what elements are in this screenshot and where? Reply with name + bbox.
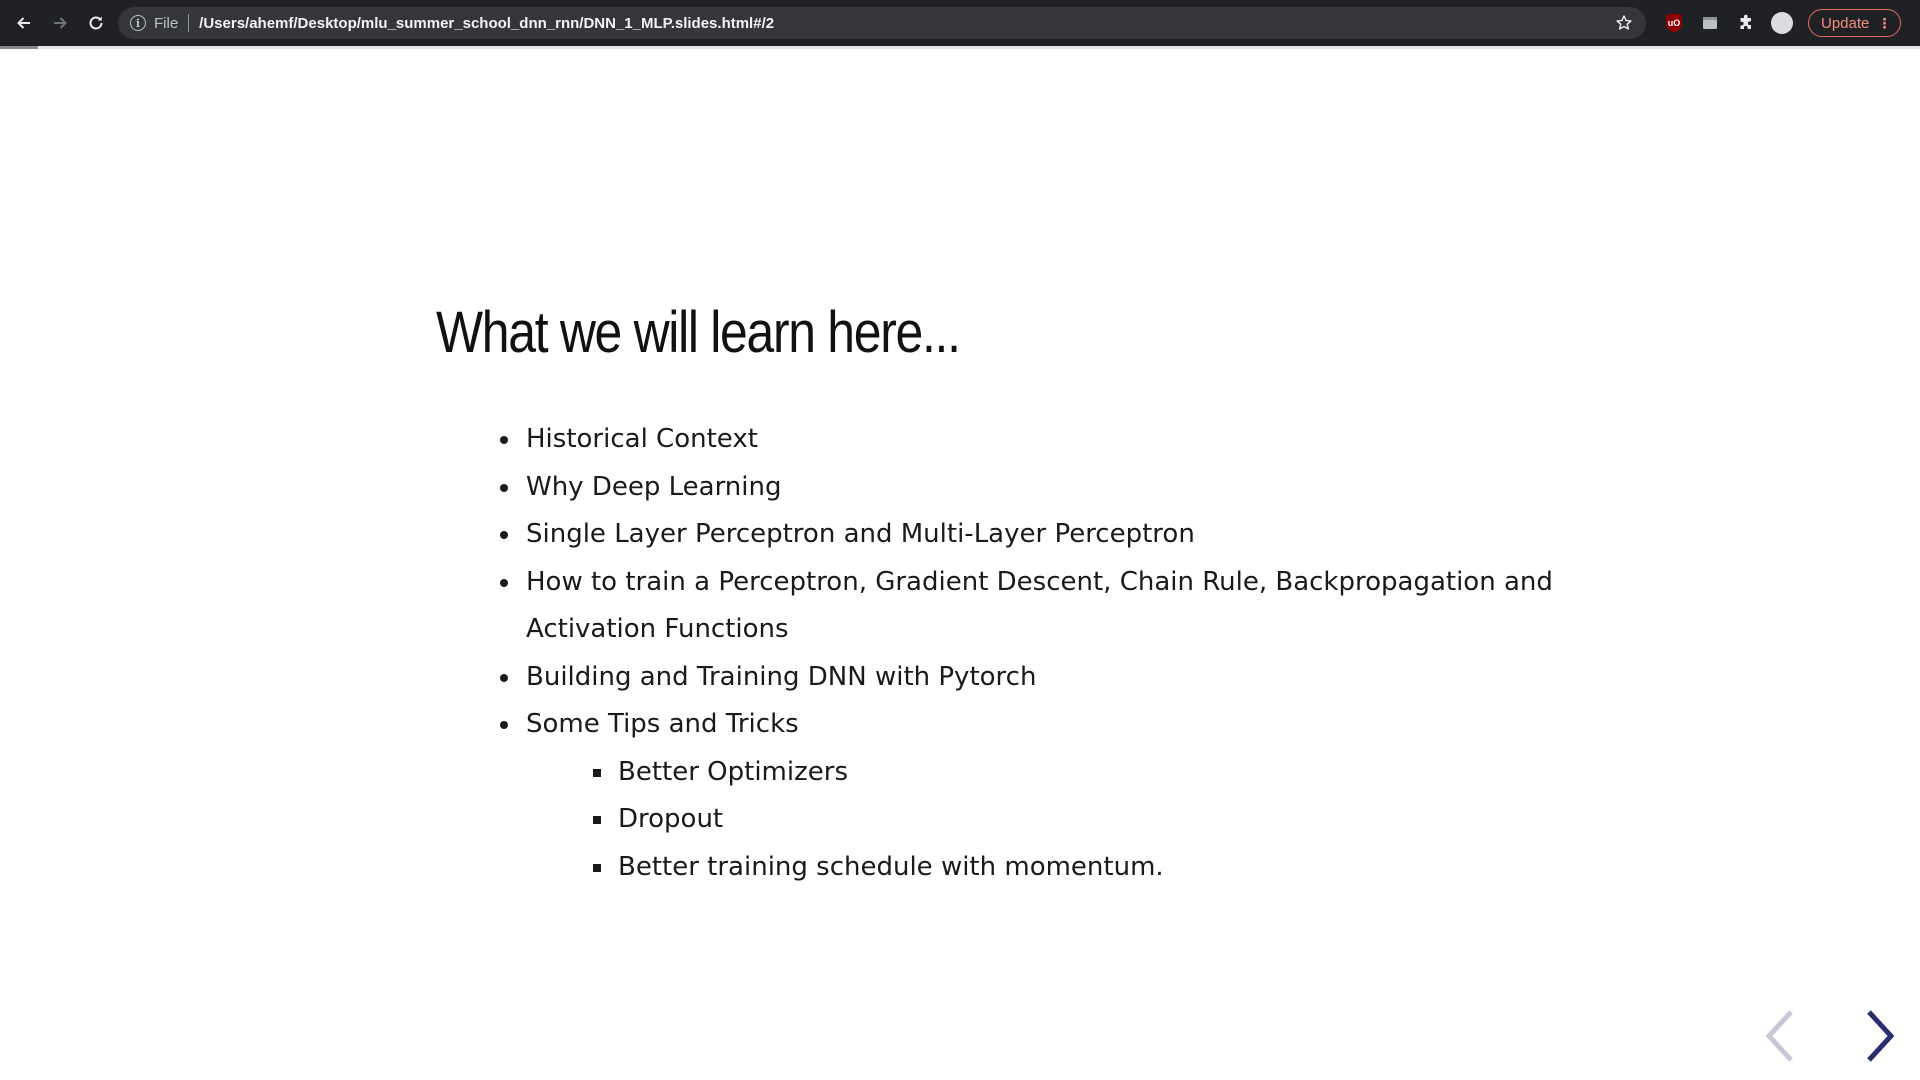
- slide: What we will learn here... Historical Co…: [0, 49, 1920, 1080]
- chevron-right-icon: [1867, 1010, 1895, 1062]
- profile-button[interactable]: [1766, 7, 1798, 39]
- extensions-area: uO Update ⋮: [1658, 7, 1902, 39]
- update-label: Update: [1821, 14, 1870, 32]
- list-item: Some Tips and Tricks: [500, 701, 1560, 749]
- update-button[interactable]: Update ⋮: [1808, 9, 1902, 37]
- url-text[interactable]: /Users/ahemf/Desktop/mlu_summer_school_d…: [199, 15, 1614, 32]
- browser-toolbar: i File /Users/ahemf/Desktop/mlu_summer_s…: [0, 0, 1920, 46]
- list-item: Why Deep Learning: [500, 464, 1560, 512]
- next-slide-button[interactable]: [1860, 1006, 1900, 1066]
- puzzle-icon: [1740, 14, 1751, 29]
- avatar: [1771, 12, 1793, 34]
- chevron-left-icon: [1765, 1010, 1793, 1062]
- sub-list-item: Better training schedule with momentum.: [593, 844, 1560, 892]
- arrow-left-icon: [17, 17, 30, 29]
- scheme-label: File: [154, 14, 179, 32]
- list-item: Building and Training DNN with Pytorch: [500, 654, 1560, 702]
- omnibox-separator: [188, 14, 190, 32]
- reload-icon: [89, 16, 103, 30]
- list-item: Historical Context: [500, 416, 1560, 464]
- star-icon[interactable]: [1614, 13, 1634, 33]
- window-icon: [1703, 17, 1717, 29]
- forward-button[interactable]: [42, 5, 78, 41]
- ublock-icon: uO: [1666, 14, 1682, 32]
- sub-list-item: Dropout: [593, 796, 1560, 844]
- sub-bullet-list: Better Optimizers Dropout Better trainin…: [500, 749, 1560, 892]
- slide-title: What we will learn here...: [436, 300, 961, 365]
- kebab-menu-icon[interactable]: ⋮: [1877, 15, 1891, 32]
- sub-list-item: Better Optimizers: [593, 749, 1560, 797]
- previous-slide-button[interactable]: [1760, 1006, 1800, 1066]
- info-icon[interactable]: i: [130, 15, 146, 31]
- arrow-right-icon: [54, 17, 67, 29]
- bullet-list: Historical Context Why Deep Learning Sin…: [500, 416, 1560, 891]
- cast-extension-button[interactable]: [1694, 7, 1726, 39]
- list-item: Single Layer Perceptron and Multi-Layer …: [500, 511, 1560, 559]
- ublock-extension-button[interactable]: uO: [1658, 7, 1690, 39]
- address-bar[interactable]: i File /Users/ahemf/Desktop/mlu_summer_s…: [118, 7, 1646, 39]
- list-item: How to train a Perceptron, Gradient Desc…: [500, 559, 1560, 654]
- back-button[interactable]: [6, 5, 42, 41]
- reload-button[interactable]: [78, 5, 114, 41]
- extensions-button[interactable]: [1730, 7, 1762, 39]
